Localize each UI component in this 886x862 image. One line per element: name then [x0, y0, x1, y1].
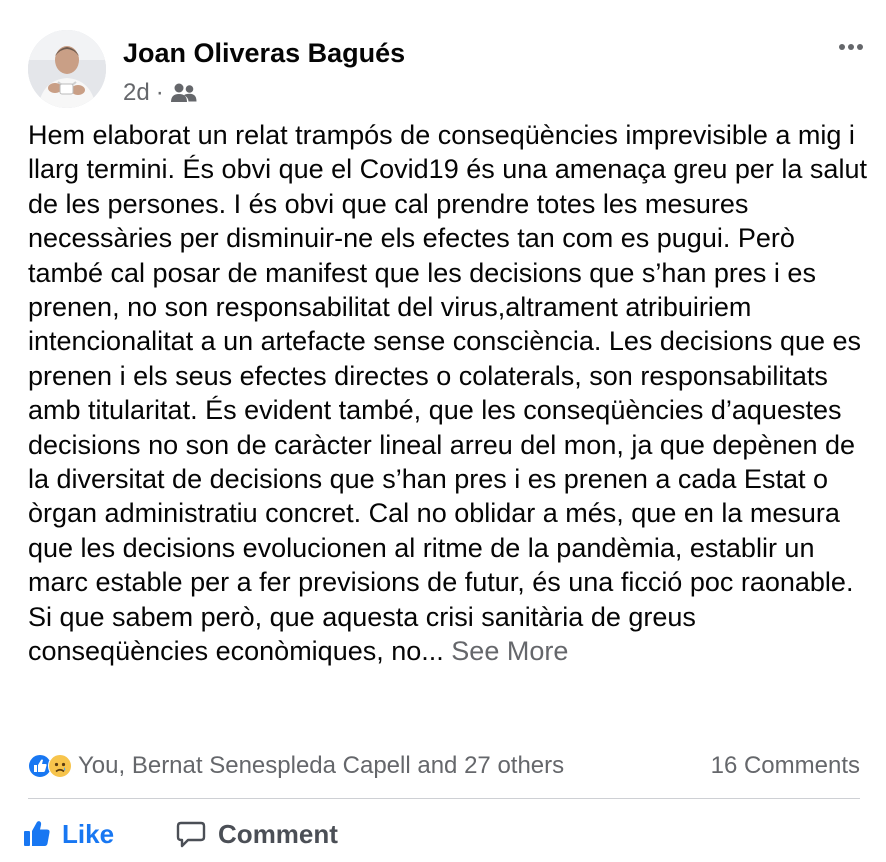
see-more-link[interactable]: See More — [451, 636, 568, 666]
like-label: Like — [62, 818, 115, 849]
post-meta: 2d · — [123, 78, 198, 108]
reaction-icons[interactable] — [28, 754, 72, 778]
thumbs-up-icon — [24, 821, 50, 846]
divider — [28, 798, 860, 799]
post-body: Hem elaborat un relat trampós de conseqü… — [28, 118, 868, 669]
post-card: Joan Oliveras Bagués 2d · Hem elaborat u… — [0, 0, 886, 862]
action-bar: Like Comment — [22, 808, 338, 860]
post-timestamp[interactable]: 2d — [123, 79, 150, 107]
friends-icon[interactable] — [170, 82, 198, 104]
reactions-bar: You, Bernat Senespleda Capell and 27 oth… — [28, 748, 860, 784]
like-button[interactable]: Like — [22, 819, 114, 850]
author-name[interactable]: Joan Oliveras Bagués — [123, 38, 405, 69]
reaction-names[interactable]: You, Bernat Senespleda Capell and 27 oth… — [78, 752, 711, 780]
comment-button[interactable]: Comment — [176, 819, 338, 850]
comment-label: Comment — [218, 818, 338, 849]
comment-icon — [176, 821, 206, 848]
meta-separator: · — [155, 79, 164, 106]
sad-reaction-icon — [48, 754, 72, 778]
more-options-icon[interactable] — [834, 34, 868, 60]
post-text: Hem elaborat un relat trampós de conseqü… — [28, 120, 867, 667]
comments-count[interactable]: 16 Comments — [711, 752, 860, 780]
avatar[interactable] — [28, 30, 106, 108]
